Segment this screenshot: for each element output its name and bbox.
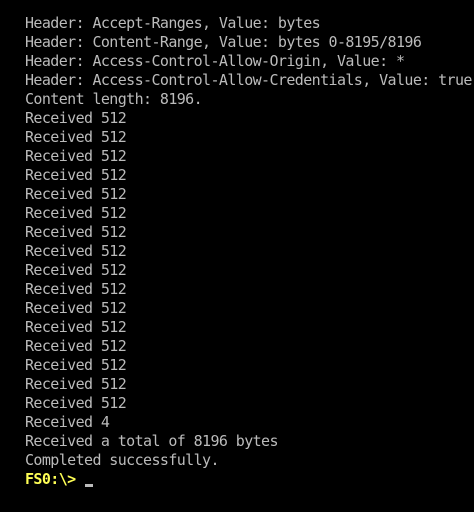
console-line: Received 512 — [25, 128, 127, 146]
command-line[interactable]: FS0:\> — [25, 470, 474, 489]
console-line: Received 512 — [25, 166, 127, 184]
console-line: Header: Content-Range, Value: bytes 0-81… — [25, 33, 422, 51]
console-line: Received 512 — [25, 261, 127, 279]
console-line: Received 512 — [25, 356, 127, 374]
console-line: Header: Accept-Ranges, Value: bytes — [25, 14, 321, 32]
console-line: Received 512 — [25, 375, 127, 393]
console-line: Received 512 — [25, 337, 127, 355]
console-line: Received 512 — [25, 109, 127, 127]
console-line: Received 512 — [25, 394, 127, 412]
console-line: Header: Access-Control-Allow-Credentials… — [25, 71, 472, 89]
text-cursor — [84, 483, 93, 487]
console-line: Received 512 — [25, 223, 127, 241]
console-line: Content length: 8196. — [25, 90, 203, 108]
console-line: Received 512 — [25, 280, 127, 298]
console-line: Completed successfully. — [25, 451, 220, 469]
console-line: Received 512 — [25, 185, 127, 203]
console-line: Received 4 — [25, 413, 110, 431]
console-line: Received 512 — [25, 242, 127, 260]
shell-prompt: FS0:\> — [25, 470, 76, 488]
console-line: Header: Access-Control-Allow-Origin, Val… — [25, 52, 405, 70]
console-line: Received a total of 8196 bytes — [25, 432, 279, 450]
console-line: Received 512 — [25, 299, 127, 317]
console-line: Received 512 — [25, 204, 127, 222]
console-output: Header: Accept-Ranges, Value: bytes Heade… — [25, 14, 474, 470]
console-line: Received 512 — [25, 147, 127, 165]
uefi-shell-console[interactable]: Header: Accept-Ranges, Value: bytes Heade… — [0, 0, 474, 512]
console-line: Received 512 — [25, 318, 127, 336]
